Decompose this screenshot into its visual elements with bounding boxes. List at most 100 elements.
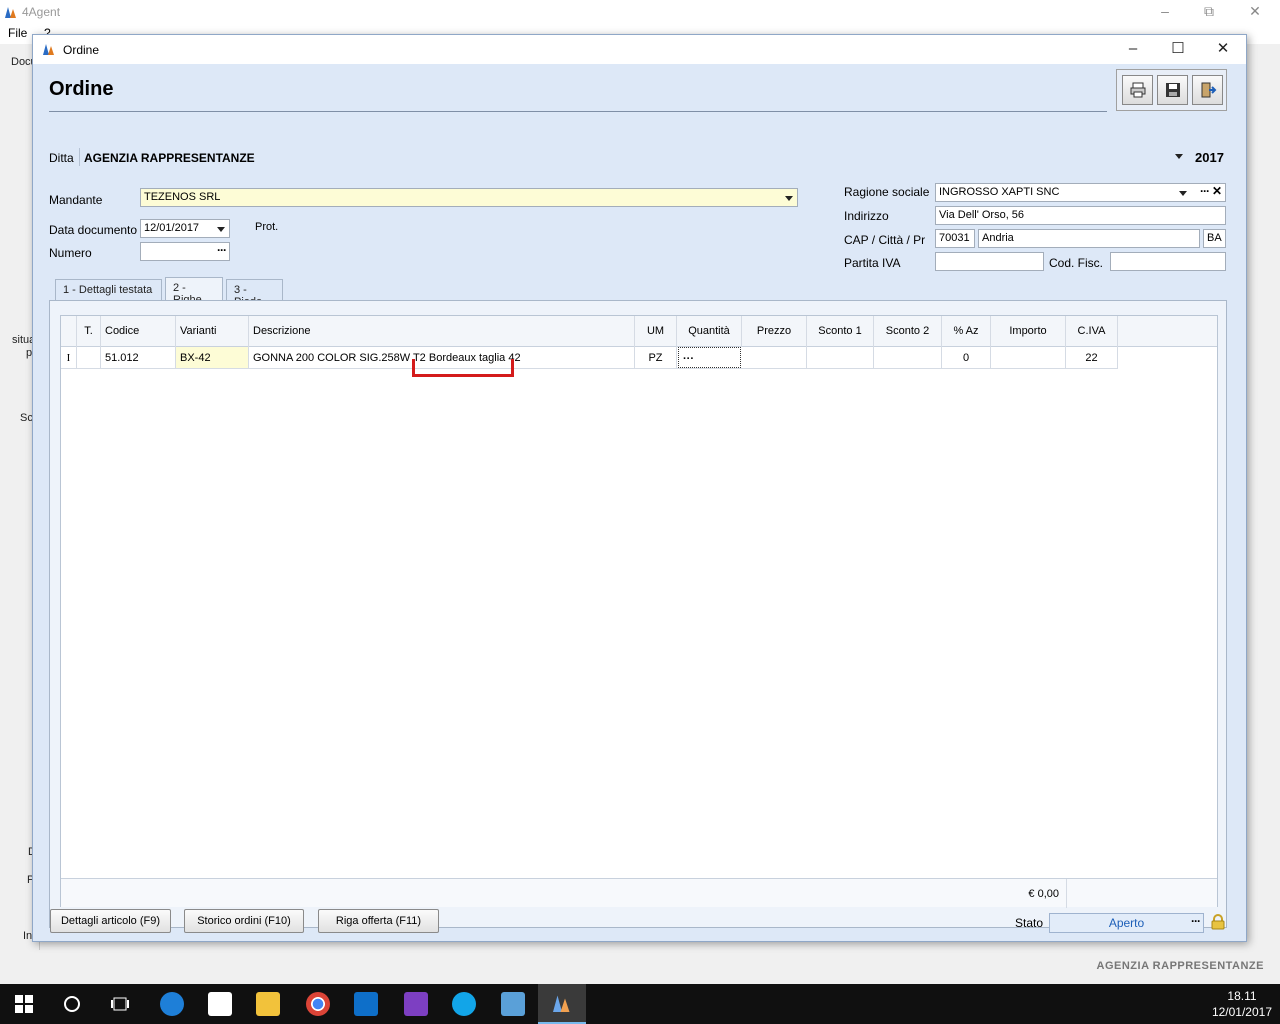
dialog-minimize-button[interactable]: – [1110,35,1156,64]
column-header-descrizione[interactable]: Descrizione [249,316,635,347]
ditta-row[interactable]: Ditta AGENZIA RAPPRESENTANZE 2017 [49,148,1227,168]
dettagli-articolo-button[interactable]: Dettagli articolo (F9) [50,909,171,933]
chevron-down-icon[interactable] [1179,191,1187,196]
taskbar-skype[interactable] [440,984,488,1024]
data-documento-field[interactable]: 12/01/2017 [140,219,230,238]
column-header-prezzo[interactable]: Prezzo [742,316,807,347]
cell-importo[interactable] [991,347,1066,368]
cell-codice[interactable]: 51.012 [101,347,176,368]
tab-righe[interactable]: 2 - Righe [165,277,223,306]
taskbar-store[interactable] [196,984,244,1024]
lock-icon[interactable] [1211,914,1225,930]
app-logo-icon [553,995,570,1012]
app-window-icon [501,992,525,1016]
cap-citta-label: CAP / Città / Pr [844,233,926,247]
tab-dettagli-testata[interactable]: 1 - Dettagli testata [55,279,162,301]
background-app-title: 4Agent [22,5,61,19]
minimize-button[interactable]: – [1142,0,1188,24]
taskbar-visual-studio[interactable] [392,984,440,1024]
background-titlebar: 4Agent – ⧉ ✕ [0,0,1280,24]
chevron-down-icon[interactable] [1175,154,1183,159]
provincia-field[interactable]: BA [1203,229,1226,248]
cell-prezzo[interactable] [742,347,807,368]
divider [79,148,80,166]
restore-button[interactable]: ⧉ [1186,0,1232,24]
column-header-sconto2[interactable]: Sconto 2 [874,316,942,347]
clear-icon[interactable]: ✕ [1212,184,1222,198]
grid-header: T. Codice Varianti Descrizione UM Quanti… [61,316,1217,347]
column-header-civa[interactable]: C.IVA [1066,316,1118,347]
app-logo-icon [5,7,16,18]
ragione-sociale-value: INGROSSO XAPTI SNC [939,186,1060,198]
stato-field[interactable]: Aperto ··· [1049,913,1204,933]
column-header-t[interactable]: T. [77,316,101,347]
taskbar: 18.11 12/01/2017 [0,984,1280,1024]
column-header-um[interactable]: UM [635,316,677,347]
cell-quantita[interactable]: ··· [678,347,741,368]
chrome-icon [306,992,330,1016]
cod-fisc-field[interactable] [1110,252,1226,271]
taskbar-4agent[interactable] [538,984,586,1024]
indirizzo-field[interactable]: Via Dell' Orso, 56 [935,206,1226,225]
column-header-quantita[interactable]: Quantità [677,316,742,347]
cap-field[interactable]: 70031 [935,229,975,248]
table-row[interactable]: I 51.012 BX-42 GONNA 200 COLOR SIG.258W … [61,347,1118,369]
taskbar-clock[interactable]: 18.11 12/01/2017 [1212,988,1272,1020]
mandante-label: Mandante [49,193,103,207]
exit-door-icon [1201,82,1216,98]
dialog-close-button[interactable]: ✕ [1200,35,1246,64]
column-header-sconto1[interactable]: Sconto 1 [807,316,874,347]
storico-ordini-button[interactable]: Storico ordini (F10) [184,909,304,933]
prot-label: Prot. [255,221,279,233]
taskbar-app[interactable] [489,984,537,1024]
indirizzo-value: Via Dell' Orso, 56 [939,209,1025,221]
ragione-sociale-field[interactable]: INGROSSO XAPTI SNC ··· ✕ [935,183,1226,202]
tab-piede[interactable]: 3 - Piede [226,279,283,308]
menu-file[interactable]: File [8,26,27,40]
exit-button[interactable] [1192,75,1223,105]
side-fragment: In [23,930,33,942]
taskbar-explorer[interactable] [244,984,292,1024]
cell-civa[interactable]: 22 [1066,347,1118,368]
cell-sconto1[interactable] [807,347,874,368]
citta-field[interactable]: Andria [978,229,1200,248]
numero-label: Numero [49,246,92,260]
ellipsis-icon[interactable]: ··· [1200,184,1210,198]
dialog-body: Ordine Ditta AGENZIA RAPPRESENTANZE 2017… [33,64,1246,941]
save-button[interactable] [1157,75,1188,105]
ellipsis-icon[interactable]: ··· [217,243,227,257]
row-edit-marker: I [61,347,77,368]
ordine-dialog: Ordine – ☐ ✕ Ordine Ditta AGENZIA RAPPRE… [32,34,1247,942]
numero-field[interactable]: ··· [140,242,230,261]
column-header-varianti[interactable]: Varianti [176,316,249,347]
print-button[interactable] [1122,75,1153,105]
background-scrollbar[interactable] [1246,150,1264,930]
partita-iva-field[interactable] [935,252,1044,271]
column-header-az[interactable]: % Az [942,316,991,347]
side-fragment: Sc [20,412,33,424]
cell-varianti[interactable]: BX-42 [176,347,249,368]
mandante-select[interactable]: TEZENOS SRL [140,188,798,207]
page-title: Ordine [49,78,114,100]
task-view-button[interactable] [96,984,144,1024]
cell-t[interactable] [77,347,101,368]
cell-um[interactable]: PZ [635,347,677,368]
riga-offerta-button[interactable]: Riga offerta (F11) [318,909,439,933]
provincia-value: BA [1207,232,1222,244]
edge-browser-icon [160,992,184,1016]
search-button[interactable] [48,984,96,1024]
column-header-codice[interactable]: Codice [101,316,176,347]
cell-az[interactable]: 0 [942,347,991,368]
data-documento-value: 12/01/2017 [144,222,200,234]
close-button[interactable]: ✕ [1232,0,1278,24]
dialog-maximize-button[interactable]: ☐ [1155,35,1201,64]
taskbar-chrome[interactable] [294,984,342,1024]
store-icon [208,992,232,1016]
cell-sconto2[interactable] [874,347,942,368]
taskbar-teamviewer[interactable] [342,984,390,1024]
grid-footer: € 0,00 [61,878,1217,908]
ellipsis-icon[interactable]: ··· [1191,914,1201,928]
taskbar-edge[interactable] [148,984,196,1024]
start-button[interactable] [0,984,48,1024]
column-header-importo[interactable]: Importo [991,316,1066,347]
